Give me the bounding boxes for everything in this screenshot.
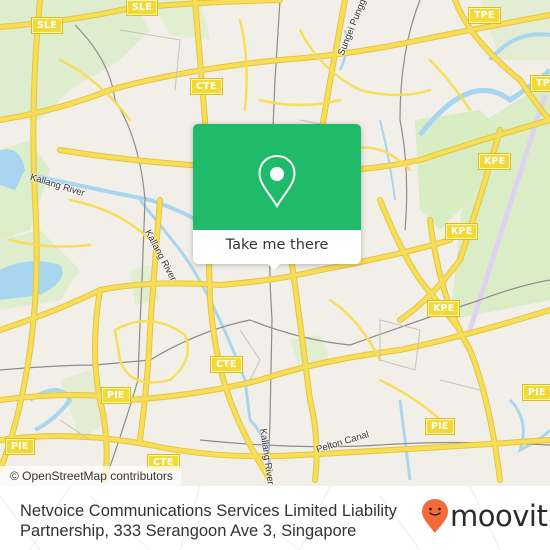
map-view[interactable]: SLE SLE CTE TPE TPE KPE KPE KPE CTE PIE …: [0, 0, 550, 550]
map-attribution[interactable]: © OpenStreetMap contributors: [0, 466, 181, 486]
moovit-pin-icon: [422, 499, 448, 533]
highway-shield-tpe: TPE: [468, 7, 501, 24]
take-me-there-button[interactable]: Take me there: [193, 230, 361, 264]
highway-shield-pie: PIE: [5, 438, 35, 455]
highway-shield-kpe: KPE: [444, 223, 479, 240]
moovit-logo[interactable]: moovit: [421, 498, 548, 536]
highway-shield-tpe: TPE: [530, 75, 550, 92]
place-name: Netvoice Communications Services Limited…: [20, 502, 397, 540]
popup-pointer: [266, 262, 282, 270]
highway-shield-sle: SLE: [31, 17, 63, 34]
map-pin-icon: [258, 154, 296, 208]
highway-shield-kpe: KPE: [426, 300, 461, 317]
highway-shield-sle: SLE: [126, 0, 158, 16]
highway-shield-kpe: KPE: [477, 153, 512, 170]
highway-shield-pie: PIE: [522, 384, 550, 401]
popup-header: [193, 124, 361, 230]
highway-shield-cte: CTE: [190, 78, 223, 95]
highway-shield-pie: PIE: [425, 418, 455, 435]
highway-shield-pie: PIE: [101, 387, 131, 404]
highway-shield-cte: CTE: [210, 356, 243, 373]
location-popup: Take me there: [193, 124, 361, 270]
moovit-wordmark: moovit: [450, 499, 548, 533]
